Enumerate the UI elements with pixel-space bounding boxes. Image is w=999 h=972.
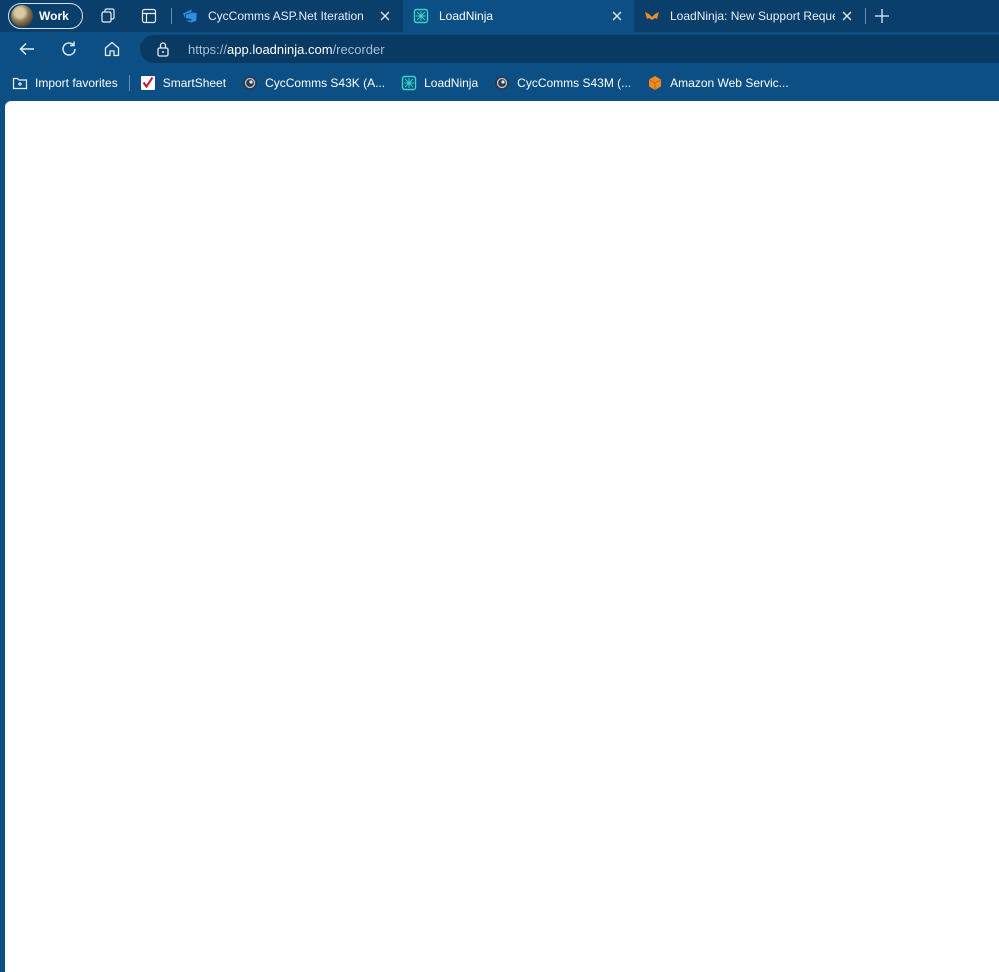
favorite-loadninja[interactable]: LoadNinja	[401, 75, 478, 91]
favorite-label: CycComms S43K (A...	[265, 76, 386, 90]
url-path: /recorder	[332, 41, 385, 57]
favorites-bar: Import favorites SmartSheet CycComms S43…	[0, 66, 999, 100]
lock-icon[interactable]	[156, 41, 172, 57]
profile-label: Work	[39, 9, 69, 23]
tab-actions-icon[interactable]	[139, 6, 159, 26]
page-viewport[interactable]	[5, 101, 999, 972]
close-icon[interactable]	[610, 9, 624, 23]
address-url: https://app.loadninja.com/recorder	[188, 42, 385, 57]
tab-support-request[interactable]: LoadNinja: New Support Request	[634, 0, 864, 32]
close-icon[interactable]	[378, 9, 392, 23]
azure-devops-icon	[182, 8, 198, 24]
favorite-smartsheet[interactable]: SmartSheet	[140, 75, 226, 91]
home-icon[interactable]	[101, 38, 123, 60]
favorite-label: LoadNinja	[424, 76, 479, 90]
tab-title: LoadNinja	[439, 9, 494, 23]
back-icon[interactable]	[16, 38, 38, 60]
url-scheme: https://	[188, 41, 228, 57]
cyccomms-icon	[242, 75, 258, 91]
favorite-amazon-web-services[interactable]: Amazon Web Servic...	[647, 75, 789, 91]
favorite-label: SmartSheet	[162, 76, 227, 90]
tab-loadninja[interactable]: LoadNinja	[403, 0, 634, 32]
profile-button[interactable]: Work	[8, 3, 83, 29]
cyccomms-icon	[494, 75, 510, 91]
favorite-label: Import favorites	[35, 76, 118, 90]
tab-cyccomms-iteration[interactable]: CycComms ASP.Net Iteration 28	[172, 0, 402, 32]
avatar	[11, 5, 33, 27]
favorite-cyccomms-s43m[interactable]: CycComms S43M (...	[494, 75, 631, 91]
import-favorites-icon	[12, 75, 28, 91]
smartbear-icon	[644, 8, 660, 24]
address-bar[interactable]: https://app.loadninja.com/recorder	[140, 35, 999, 63]
tab-title: CycComms ASP.Net Iteration 28	[208, 9, 366, 23]
close-icon[interactable]	[840, 9, 854, 23]
browser-toolbar: https://app.loadninja.com/recorder	[0, 32, 999, 66]
new-tab-icon[interactable]	[872, 6, 892, 26]
favorite-label: Amazon Web Servic...	[670, 76, 789, 90]
favorite-import-favorites[interactable]: Import favorites	[12, 75, 118, 91]
tab-separator	[865, 8, 866, 24]
refresh-icon[interactable]	[58, 38, 80, 60]
url-host: app.loadninja.com	[227, 41, 333, 57]
loadninja-icon	[401, 75, 417, 91]
favorite-label: CycComms S43M (...	[517, 76, 632, 90]
loadninja-icon	[413, 8, 429, 24]
tab-strip: Work CycComms ASP.Net Iteration 28 LoadN…	[0, 0, 999, 32]
favorites-separator	[128, 75, 130, 91]
tab-title: LoadNinja: New Support Request	[670, 9, 835, 23]
workspaces-icon[interactable]	[98, 6, 118, 26]
smartsheet-icon	[140, 75, 156, 91]
aws-icon	[647, 75, 663, 91]
favorite-cyccomms-s43k[interactable]: CycComms S43K (A...	[242, 75, 385, 91]
